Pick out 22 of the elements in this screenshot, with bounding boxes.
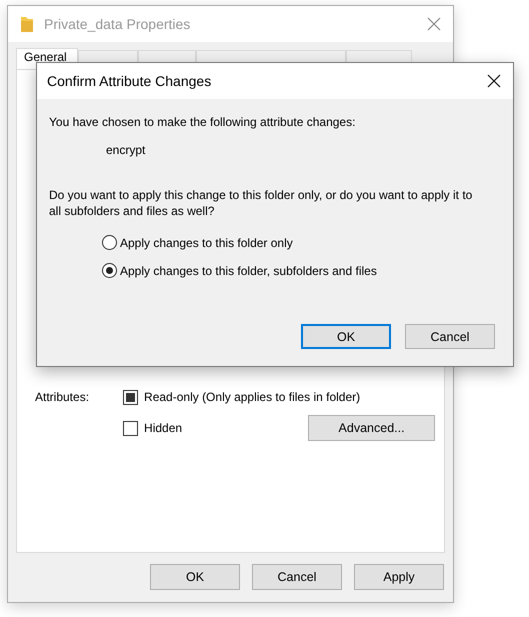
radio-button[interactable]	[102, 263, 117, 278]
attributes-label: Attributes:	[35, 389, 90, 406]
checkbox[interactable]	[123, 390, 138, 404]
dialog-title: Confirm Attribute Changes	[47, 73, 212, 89]
checkbox-label: Hidden	[144, 421, 182, 435]
radio-button[interactable]	[102, 235, 117, 250]
change-text: encrypt	[105, 142, 146, 157]
radio-label: Apply changes to this folder only	[120, 236, 293, 250]
close-icon[interactable]	[487, 74, 501, 88]
radio-label: Apply changes to this folder, subfolders and files	[120, 264, 377, 278]
dialog-button[interactable]: OK	[301, 324, 391, 349]
folder-icon	[20, 15, 34, 33]
dialog-button[interactable]: OK	[150, 564, 240, 590]
window-title: Private_data Properties	[44, 16, 192, 32]
question-text: Do you want to apply this change to this folder only, or do you want to apply it to all subfolders and files as well?	[49, 187, 474, 219]
message-text: You have chosen to make the following attribute changes:	[49, 115, 356, 129]
dialog-button[interactable]: Cancel	[405, 324, 495, 349]
dialog-button[interactable]: Apply	[354, 564, 444, 590]
advanced-button[interactable]: Advanced...	[308, 415, 436, 441]
dialog-button[interactable]: Cancel	[252, 564, 342, 590]
checkbox[interactable]	[123, 420, 138, 436]
checkbox-label: Read-only (Only applies to files in folder)	[144, 390, 360, 404]
